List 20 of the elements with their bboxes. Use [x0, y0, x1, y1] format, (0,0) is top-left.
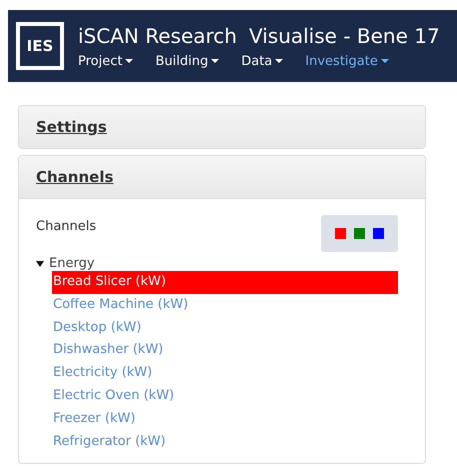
- menu-item[interactable]: Investigate: [305, 54, 389, 68]
- tree-node[interactable]: Energy: [49, 256, 95, 271]
- channel-item[interactable]: Dishwasher (kW): [52, 339, 398, 362]
- panel-header[interactable]: Settings: [19, 106, 425, 148]
- channel-item[interactable]: Freezer (kW): [52, 408, 398, 431]
- channel-item[interactable]: Coffee Machine (kW): [52, 294, 398, 317]
- channels-label: Channels: [36, 219, 96, 234]
- page-title: Visualise - Bene 17: [248, 24, 440, 48]
- app-title: iSCAN Research: [78, 24, 237, 48]
- panel-header[interactable]: Channels: [19, 156, 425, 198]
- channel-item[interactable]: Desktop (kW): [52, 316, 398, 340]
- logo: IES: [16, 22, 64, 70]
- channel-item[interactable]: Electric Oven (kW): [52, 384, 398, 408]
- channel-item[interactable]: Refrigerator (kW): [52, 430, 398, 454]
- expand-icon[interactable]: [36, 260, 44, 268]
- channel-item[interactable]: Bread Slicer (kW): [52, 271, 398, 294]
- channel-item[interactable]: Electricity (kW): [52, 362, 398, 385]
- menu-item[interactable]: Building: [155, 54, 220, 68]
- menu-item[interactable]: Project: [78, 54, 134, 68]
- menu-item[interactable]: Data: [241, 54, 284, 68]
